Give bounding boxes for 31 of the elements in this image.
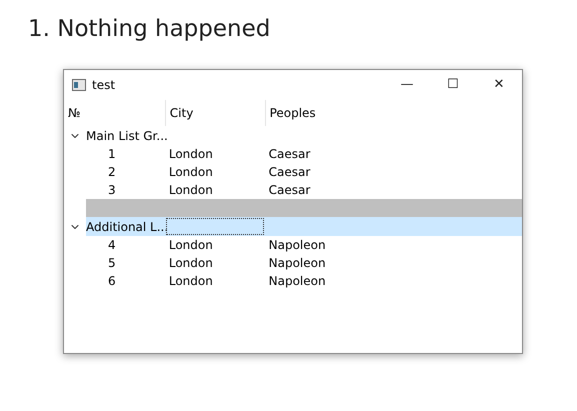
minimize-button[interactable]: — xyxy=(384,70,430,100)
column-header[interactable]: Peoples xyxy=(266,100,522,126)
maximize-button[interactable]: ☐ xyxy=(430,70,476,100)
column-header[interactable]: City xyxy=(166,100,266,126)
heading: 1. Nothing happened xyxy=(28,15,270,44)
table-cell-text: 4 xyxy=(107,237,117,254)
group-title: Additional L... xyxy=(86,218,166,236)
table-cell-text: London xyxy=(168,146,214,163)
table-cell-text: Napoleon xyxy=(268,273,327,290)
table-cell-text: Caesar xyxy=(268,146,312,163)
table-cell-text: 3 xyxy=(107,182,117,199)
table-cell-text: London xyxy=(168,164,214,181)
table-cell-text: 5 xyxy=(107,255,117,272)
table-cell-text: London xyxy=(168,237,214,254)
table-cell-text: London xyxy=(168,255,214,272)
table-cell-text: 2 xyxy=(107,164,117,181)
group-header[interactable]: Main List Gr... xyxy=(86,126,522,145)
group-title: Main List Gr... xyxy=(86,128,166,144)
app-icon xyxy=(72,79,86,91)
table-cell-text: London xyxy=(168,182,214,199)
table-cell-text: 1 xyxy=(107,146,117,163)
group-header[interactable]: Additional L... xyxy=(86,217,522,236)
table-cell-text: 6 xyxy=(107,273,117,290)
table-cell-text: Napoleon xyxy=(268,255,327,272)
table-cell-text: Caesar xyxy=(268,164,312,181)
table-cell-text: Napoleon xyxy=(268,237,327,254)
window-title: test xyxy=(92,77,116,94)
table-cell-text: London xyxy=(168,273,214,290)
close-button[interactable]: ✕ xyxy=(476,70,522,100)
column-header[interactable]: № xyxy=(64,100,166,126)
table-cell-text: Caesar xyxy=(268,182,312,199)
